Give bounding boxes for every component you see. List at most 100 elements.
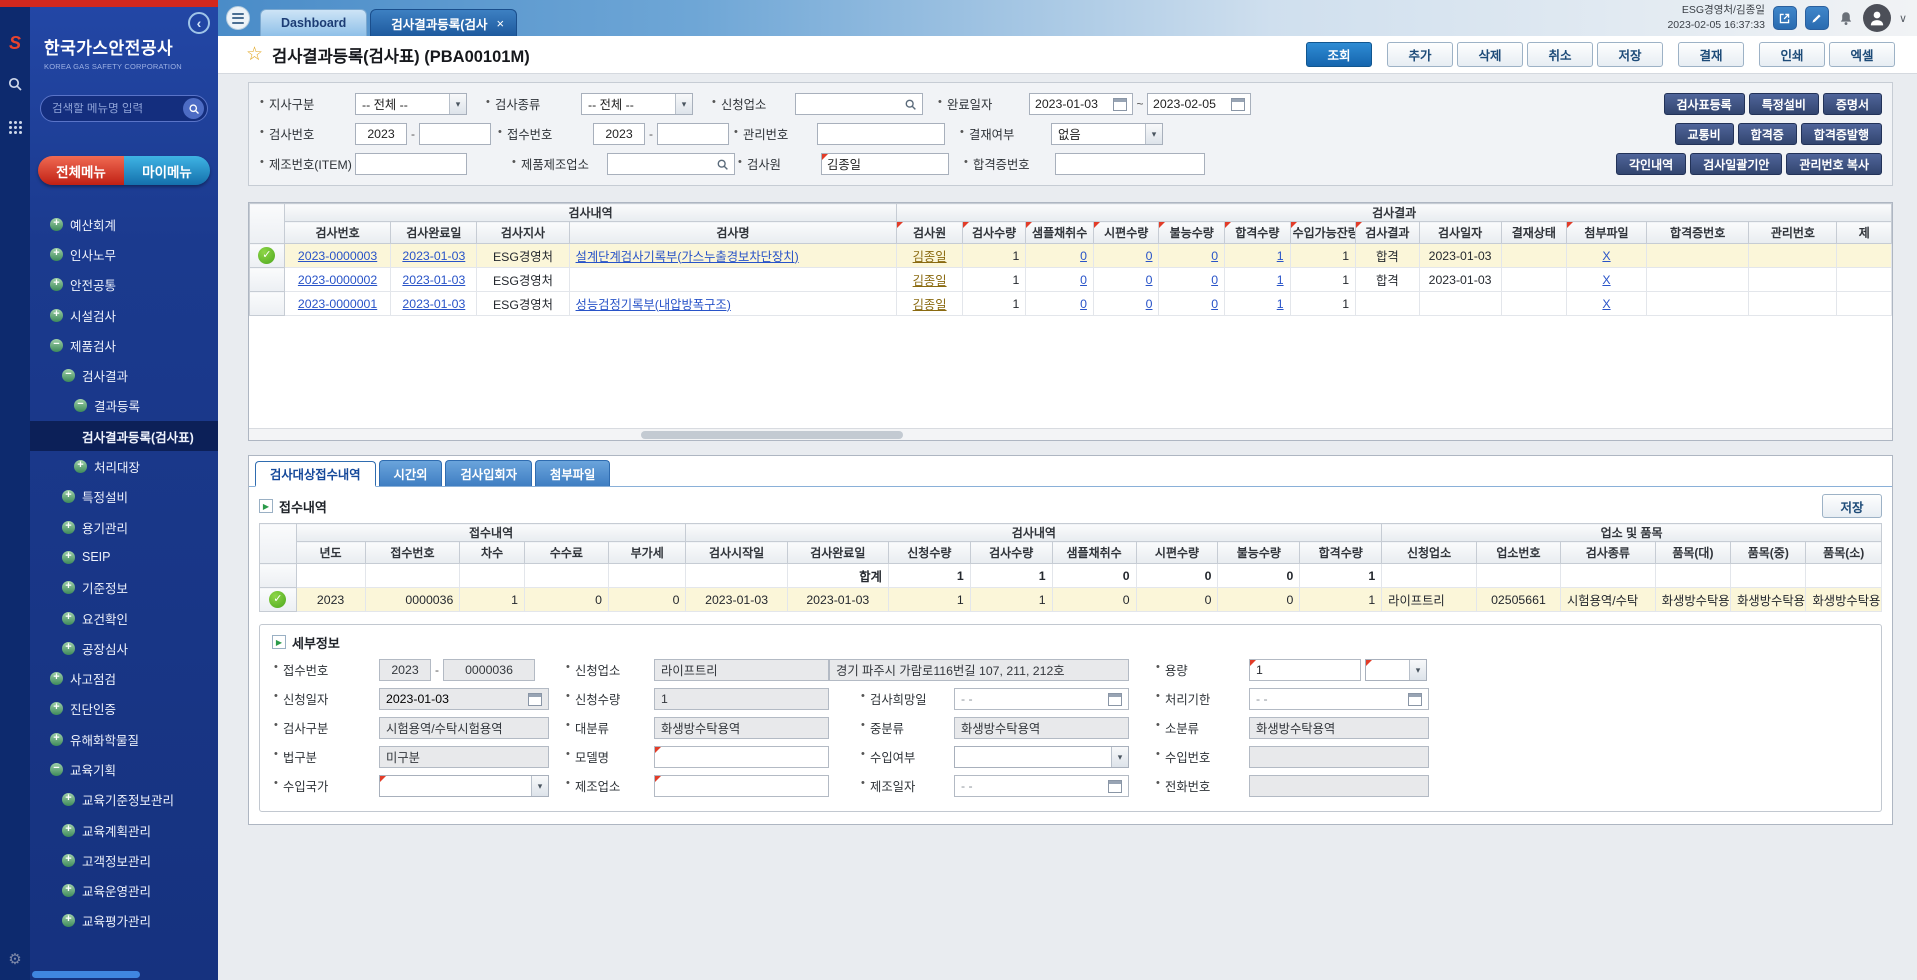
- col-vat[interactable]: 부가세: [608, 542, 686, 564]
- applicant-input[interactable]: [661, 663, 822, 677]
- tree-plus-icon[interactable]: [50, 702, 63, 715]
- complete-date-link[interactable]: 2023-01-03: [402, 249, 465, 263]
- col-complete-date[interactable]: 검사완료일: [391, 222, 477, 244]
- sidebar-item-edu-plan[interactable]: 교육계획관리: [30, 815, 218, 845]
- calendar-icon[interactable]: [528, 693, 542, 706]
- tab-inspection-result[interactable]: 검사결과등록(검사 ×: [370, 9, 517, 36]
- excel-button[interactable]: 엑셀: [1829, 42, 1895, 67]
- col-remain[interactable]: 수입가능잔량: [1290, 222, 1356, 244]
- inspection-no-year-input[interactable]: [361, 127, 401, 141]
- receipt-year-input[interactable]: [386, 663, 424, 677]
- sidebar-item-special-equipment[interactable]: 특정설비: [30, 482, 218, 512]
- col-fail[interactable]: 불능수량: [1159, 222, 1225, 244]
- specimen-link[interactable]: 0: [1146, 273, 1153, 287]
- print-button[interactable]: 인쇄: [1759, 42, 1825, 67]
- col-apply-qty[interactable]: 신청수량: [888, 542, 970, 564]
- col-start-date[interactable]: 검사시작일: [686, 542, 787, 564]
- sidebar-item-result-register-sheet[interactable]: 검사결과등록(검사표): [30, 421, 218, 451]
- fail-link[interactable]: 0: [1211, 249, 1218, 263]
- col-company-no[interactable]: 업소번호: [1476, 542, 1560, 564]
- sidebar-item-edu-standard[interactable]: 교육기준정보관리: [30, 785, 218, 815]
- import-no-input[interactable]: [1256, 750, 1422, 764]
- col-inspection-name[interactable]: 검사명: [569, 222, 897, 244]
- complete-date-to[interactable]: 2023-02-05: [1147, 93, 1251, 115]
- col-year[interactable]: 년도: [296, 542, 365, 564]
- tree-plus-icon[interactable]: [62, 793, 75, 806]
- col-complete-date[interactable]: 검사완료일: [787, 542, 888, 564]
- sidebar-item-customer-info[interactable]: 고객정보관리: [30, 845, 218, 875]
- hope-date-field[interactable]: - -: [954, 688, 1129, 710]
- search-icon[interactable]: [716, 158, 729, 171]
- table-row[interactable]: 2023-0000001 2023-01-03 ESG경영처 성능검정기록부(내…: [250, 292, 1892, 316]
- complete-date-from[interactable]: 2023-01-03: [1029, 93, 1133, 115]
- tree-plus-icon[interactable]: [62, 490, 75, 503]
- receipt-no-year-input[interactable]: [599, 127, 639, 141]
- hamburger-menu-icon[interactable]: [226, 6, 250, 30]
- col-sample[interactable]: 샘플채취수: [1052, 542, 1136, 564]
- user-avatar[interactable]: [1863, 4, 1891, 32]
- tab-my-menu[interactable]: 마이메뉴: [124, 156, 210, 185]
- tree-plus-icon[interactable]: [62, 824, 75, 837]
- tree-minus-icon[interactable]: [74, 399, 87, 412]
- tab-overtime[interactable]: 시간외: [379, 460, 443, 486]
- tree-plus-icon[interactable]: [50, 309, 63, 322]
- specimen-link[interactable]: 0: [1146, 297, 1153, 311]
- row-selector-cell[interactable]: ✓: [250, 244, 285, 268]
- col-item-mid[interactable]: 품목(중): [1731, 542, 1806, 564]
- complete-date-link[interactable]: 2023-01-03: [402, 273, 465, 287]
- sidebar-item-standard-info[interactable]: 기준정보: [30, 573, 218, 603]
- sidebar-item-hr[interactable]: 인사노무: [30, 239, 218, 269]
- certificate-button[interactable]: 증명서: [1823, 93, 1882, 115]
- table-row[interactable]: ✓ 2023-0000003 2023-01-03 ESG경영처 설계단계검사기…: [250, 244, 1892, 268]
- batch-draft-button[interactable]: 검사일괄기안: [1690, 153, 1782, 175]
- inspector-input[interactable]: [827, 157, 943, 171]
- menu-search-icon[interactable]: [183, 98, 204, 119]
- table-row[interactable]: ✓ 2023 0000036 1 0 0 2023-01-03 2023-01-…: [260, 588, 1882, 612]
- col-inspection-date[interactable]: 검사일자: [1419, 222, 1501, 244]
- rail-search-icon[interactable]: [7, 76, 23, 97]
- inspector-link[interactable]: 김종일: [913, 298, 947, 312]
- calendar-icon[interactable]: [1108, 780, 1122, 793]
- tree-plus-icon[interactable]: [62, 914, 75, 927]
- sidebar-item-seip[interactable]: SEIP: [30, 542, 218, 572]
- col-order[interactable]: 차수: [460, 542, 525, 564]
- inspection-no-link[interactable]: 2023-0000002: [298, 273, 377, 287]
- sidebar-item-edu-evaluation[interactable]: 교육평가관리: [30, 906, 218, 936]
- pass-link[interactable]: 1: [1277, 249, 1284, 263]
- mgmt-no-input[interactable]: [823, 127, 939, 141]
- calendar-icon[interactable]: [1231, 98, 1245, 111]
- delete-button[interactable]: 삭제: [1457, 42, 1523, 67]
- approval-status-select[interactable]: 없음▾: [1051, 123, 1163, 145]
- col-inspector[interactable]: 검사원: [897, 222, 963, 244]
- table-row[interactable]: 2023-0000002 2023-01-03 ESG경영처 김종일 1 0 0…: [250, 268, 1892, 292]
- sidebar-item-factory-audit[interactable]: 공장심사: [30, 633, 218, 663]
- sidebar-item-container[interactable]: 용기관리: [30, 512, 218, 542]
- inspector-link[interactable]: 김종일: [913, 250, 947, 264]
- sidebar-item-edu-operation[interactable]: 교육운영관리: [30, 876, 218, 906]
- item-no-input[interactable]: [361, 157, 461, 171]
- inspector-link[interactable]: 김종일: [913, 274, 947, 288]
- sidebar-item-budget[interactable]: 예산회계: [30, 209, 218, 239]
- row-selector-cell[interactable]: [250, 292, 285, 316]
- approve-button[interactable]: 결재: [1678, 42, 1744, 67]
- specimen-link[interactable]: 0: [1146, 249, 1153, 263]
- tab-dashboard[interactable]: Dashboard: [260, 9, 367, 36]
- pass-cert-button[interactable]: 합격증: [1738, 123, 1797, 145]
- copy-mgmt-no-button[interactable]: 관리번호 복사: [1786, 153, 1882, 175]
- col-item-large[interactable]: 품목(대): [1655, 542, 1730, 564]
- menu-search-input[interactable]: [52, 103, 183, 115]
- sidebar-item-requirement[interactable]: 요건확인: [30, 603, 218, 633]
- row-selector-cell[interactable]: [250, 268, 285, 292]
- col-approval-state[interactable]: 결재상태: [1501, 222, 1567, 244]
- apps-grid-icon[interactable]: [9, 121, 12, 124]
- tree-plus-icon[interactable]: [62, 612, 75, 625]
- inspection-no-seq-input[interactable]: [425, 127, 485, 141]
- insp-class-input[interactable]: [386, 721, 542, 735]
- col-mgmt-no[interactable]: 관리번호: [1749, 222, 1837, 244]
- col-pass[interactable]: 합격수량: [1300, 542, 1382, 564]
- col-insp-qty[interactable]: 검사수량: [970, 542, 1052, 564]
- sidebar-item-ledger[interactable]: 처리대장: [30, 451, 218, 481]
- attachment-link[interactable]: X: [1602, 297, 1610, 311]
- calendar-icon[interactable]: [1408, 693, 1422, 706]
- inspection-name-link[interactable]: 성능검정기록부(내압방폭구조): [576, 298, 731, 312]
